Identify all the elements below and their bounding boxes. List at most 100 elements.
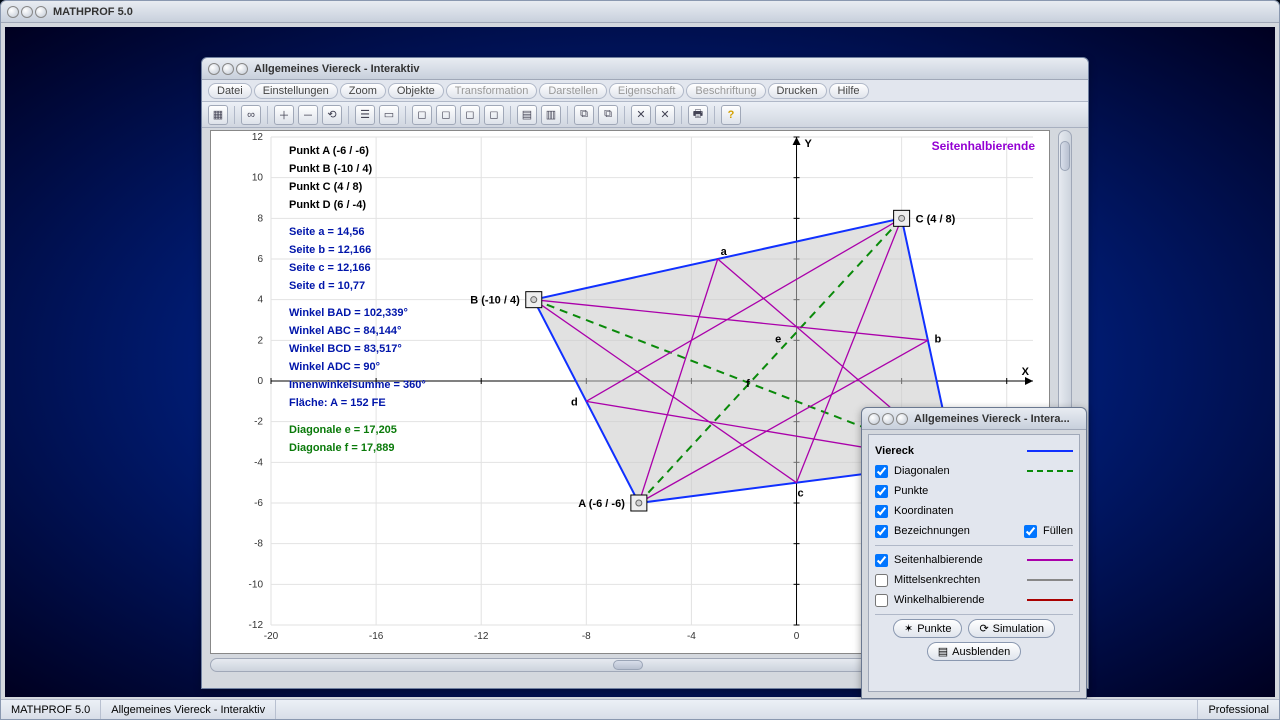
legend-viereck-sample [1027, 450, 1073, 452]
zoom-reset-icon[interactable]: ⟲ [322, 105, 342, 125]
document-title: Allgemeines Viereck - Interaktiv [254, 63, 420, 75]
window-sys-button[interactable] [222, 63, 234, 75]
svg-text:c: c [797, 488, 803, 500]
toolbar-button[interactable]: ☰ [355, 105, 375, 125]
legend-seitenhalbierende-sample [1027, 559, 1073, 561]
plot-overlay-title: Seitenhalbierende [932, 139, 1035, 153]
checkbox-seitenhalbierende[interactable] [875, 554, 888, 567]
svg-text:4: 4 [257, 295, 263, 306]
svg-text:-12: -12 [474, 631, 489, 642]
svg-text:f: f [746, 378, 750, 390]
simulation-button[interactable]: ⟳ Simulation [968, 619, 1055, 638]
toolbar-button[interactable]: ▦ [208, 105, 228, 125]
app-window: MATHPROF 5.0 Allgemeines Viereck - Inter… [0, 0, 1280, 720]
legend-fuellen-label: Füllen [1043, 525, 1073, 537]
legend-koordinaten-label: Koordinaten [894, 505, 1073, 517]
zoom-in-icon[interactable]: ＋ [274, 105, 294, 125]
window-sys-button[interactable] [21, 6, 33, 18]
svg-text:B (-10 / 4): B (-10 / 4) [470, 295, 520, 307]
toolbar-button[interactable]: ▭ [379, 105, 399, 125]
toolbar-button[interactable]: ◻ [436, 105, 456, 125]
toolbar-button[interactable]: ✕ [631, 105, 651, 125]
menu-hilfe[interactable]: Hilfe [829, 83, 869, 99]
svg-text:A (-6 / -6): A (-6 / -6) [578, 498, 625, 510]
window-sys-button[interactable] [236, 63, 248, 75]
menu-objekte[interactable]: Objekte [388, 83, 444, 99]
svg-text:-6: -6 [254, 498, 263, 509]
svg-text:C (4 / 8): C (4 / 8) [916, 213, 956, 225]
toolbar-button[interactable]: ◻ [412, 105, 432, 125]
statusbar-doc: Allgemeines Viereck - Interaktiv [101, 700, 276, 719]
legend-mittelsenkrechten-sample [1027, 579, 1073, 581]
toolbar-button[interactable]: ▥ [541, 105, 561, 125]
punkte-button-label: Punkte [917, 623, 951, 635]
window-sys-button[interactable] [868, 413, 880, 425]
window-sys-button[interactable] [7, 6, 19, 18]
crosshair-icon: ✶ [904, 622, 913, 635]
toolbar-button[interactable]: ▤ [517, 105, 537, 125]
menu-drucken[interactable]: Drucken [768, 83, 827, 99]
checkbox-koordinaten[interactable] [875, 505, 888, 518]
legend-winkelhalbierende-label: Winkelhalbierende [894, 594, 1021, 606]
menu-beschriftung: Beschriftung [686, 83, 765, 99]
refresh-icon: ⟳ [979, 622, 988, 635]
checkbox-punkte[interactable] [875, 485, 888, 498]
options-panel-titlebar[interactable]: Allgemeines Viereck - Intera... [862, 408, 1086, 430]
svg-text:a: a [721, 246, 728, 258]
legend-mittelsenkrechten-label: Mittelsenkrechten [894, 574, 1021, 586]
toolbar-button[interactable]: ✕ [655, 105, 675, 125]
punkte-button[interactable]: ✶ Punkte [893, 619, 962, 638]
toolbar-button[interactable]: ◻ [484, 105, 504, 125]
statusbar-edition: Professional [1197, 700, 1279, 719]
menu-zoom[interactable]: Zoom [340, 83, 386, 99]
svg-text:6: 6 [257, 254, 263, 265]
svg-text:b: b [935, 333, 942, 345]
window-sys-button[interactable] [896, 413, 908, 425]
svg-text:12: 12 [252, 132, 264, 143]
window-sys-button[interactable] [882, 413, 894, 425]
toolbar-glasses-icon[interactable]: ∞ [241, 105, 261, 125]
svg-text:10: 10 [252, 173, 264, 184]
help-icon[interactable]: ? [721, 105, 741, 125]
scrollbar-thumb[interactable] [1060, 141, 1070, 171]
toolbar-button[interactable]: ◻ [460, 105, 480, 125]
svg-text:-2: -2 [254, 417, 263, 428]
svg-text:-4: -4 [687, 631, 696, 642]
legend-winkelhalbierende-sample [1027, 599, 1073, 601]
statusbar-app: MATHPROF 5.0 [1, 700, 101, 719]
hide-icon: ▤ [938, 645, 948, 658]
window-sys-button[interactable] [208, 63, 220, 75]
toolbar-button[interactable]: ⧉ [574, 105, 594, 125]
checkbox-winkelhalbierende[interactable] [875, 594, 888, 607]
legend-diagonalen-sample [1027, 470, 1073, 472]
app-client-area: Allgemeines Viereck - Interaktiv DateiEi… [5, 27, 1275, 697]
print-icon[interactable]: 🖶 [688, 105, 708, 125]
toolbar-button[interactable]: ⧉ [598, 105, 618, 125]
menu-einstellungen[interactable]: Einstellungen [254, 83, 338, 99]
simulation-button-label: Simulation [993, 623, 1044, 635]
checkbox-diagonalen[interactable] [875, 465, 888, 478]
legend-punkte-label: Punkte [894, 485, 1073, 497]
svg-text:-8: -8 [254, 539, 263, 550]
svg-text:d: d [571, 396, 578, 408]
checkbox-bezeichnungen[interactable] [875, 525, 888, 538]
checkbox-fuellen[interactable] [1024, 525, 1037, 538]
svg-text:8: 8 [257, 213, 263, 224]
svg-text:2: 2 [257, 335, 263, 346]
zoom-out-icon[interactable]: － [298, 105, 318, 125]
legend-bezeichnungen-label: Bezeichnungen [894, 525, 1018, 537]
svg-text:-16: -16 [369, 631, 384, 642]
app-titlebar[interactable]: MATHPROF 5.0 [1, 1, 1279, 23]
ausblenden-button[interactable]: ▤Ausblenden [927, 642, 1022, 661]
legend-seitenhalbierende-label: Seitenhalbierende [894, 554, 1021, 566]
document-titlebar[interactable]: Allgemeines Viereck - Interaktiv [202, 58, 1088, 80]
menu-datei[interactable]: Datei [208, 83, 252, 99]
checkbox-mittelsenkrechten[interactable] [875, 574, 888, 587]
menu-darstellen: Darstellen [539, 83, 607, 99]
menu-eigenschaft: Eigenschaft [609, 83, 684, 99]
svg-text:-20: -20 [264, 631, 279, 642]
scrollbar-thumb[interactable] [613, 660, 643, 670]
window-sys-button[interactable] [35, 6, 47, 18]
menubar: DateiEinstellungenZoomObjekteTransformat… [202, 80, 1088, 102]
svg-text:e: e [775, 334, 781, 346]
